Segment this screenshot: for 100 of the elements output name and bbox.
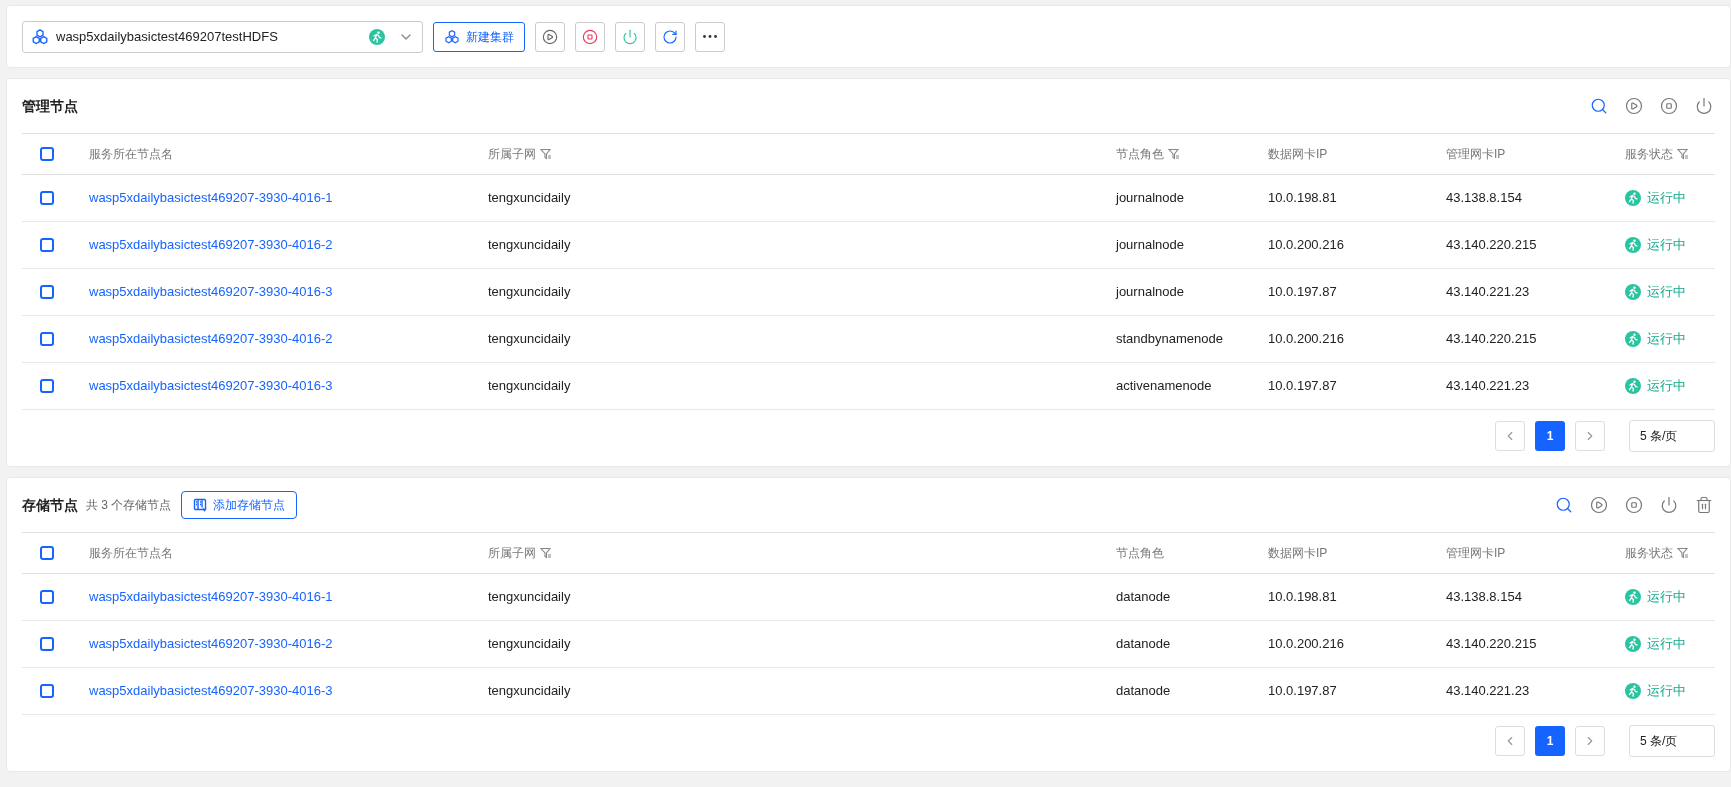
hexagons-icon [444,28,460,45]
play-circle-icon[interactable] [1625,97,1643,115]
stop-button[interactable] [575,21,605,52]
table-cell-text: 43.140.220.215 [1446,330,1537,349]
checkbox[interactable] [40,684,54,698]
add-storage-node-button[interactable]: 添加存储节点 [181,491,298,519]
table-cell-text: 43.140.221.23 [1446,283,1530,302]
filter-icon[interactable] [540,148,552,160]
status-text: 运行中 [1647,283,1686,302]
checkbox[interactable] [40,590,54,604]
stop-circle-icon [582,28,598,45]
table-cell-text: 10.0.197.87 [1268,682,1337,701]
start-button[interactable] [535,21,565,52]
power-icon[interactable] [1660,496,1678,514]
column-header: 服务所在节点名 [89,146,173,163]
checkbox[interactable] [40,546,54,560]
table-cell-text: tengxuncidaily [488,588,571,607]
page-size-select[interactable]: 5 条/页 [1629,420,1715,452]
table-cell-text: standbynamenode [1116,330,1223,349]
section-subtitle: 共 3 个存储节点 [86,497,172,514]
column-header: 节点角色 [1116,545,1164,562]
page-size-select[interactable]: 5 条/页 [1629,725,1715,757]
power-icon[interactable] [1695,97,1713,115]
status-text: 运行中 [1647,189,1686,208]
play-circle-icon [542,28,558,45]
node-name-link[interactable]: wasp5xdailybasictest469207-3930-4016-2 [89,634,333,654]
checkbox[interactable] [40,332,54,346]
hexagons-icon [31,27,49,46]
table-cell-text: tengxuncidaily [488,189,571,208]
table-cell-text: journalnode [1116,189,1184,208]
table-cell-text: 10.0.200.216 [1268,236,1344,255]
column-header: 服务状态 [1625,146,1673,163]
table-cell-text: datanode [1116,635,1171,654]
status-text: 运行中 [1647,236,1686,255]
filter-icon[interactable] [540,547,552,559]
status-text: 运行中 [1647,682,1686,701]
page-button[interactable]: 1 [1535,726,1565,756]
status-text: 运行中 [1647,635,1686,654]
stop-circle-icon[interactable] [1660,97,1678,115]
filter-icon[interactable] [1677,148,1689,160]
node-name-link[interactable]: wasp5xdailybasictest469207-3930-4016-1 [89,188,333,208]
node-name-link[interactable]: wasp5xdailybasictest469207-3930-4016-2 [89,329,333,349]
trash-icon[interactable] [1695,496,1713,514]
more-icon [703,35,717,38]
filter-icon[interactable] [1168,148,1180,160]
status-text: 运行中 [1647,377,1686,396]
table-cell-text: datanode [1116,682,1171,701]
table-cell-text: tengxuncidaily [488,283,571,302]
checkbox[interactable] [40,238,54,252]
column-header: 数据网卡IP [1268,146,1328,163]
stop-circle-icon[interactable] [1625,496,1643,514]
filter-icon[interactable] [1677,547,1689,559]
play-circle-icon[interactable] [1590,496,1608,514]
new-cluster-button[interactable]: 新建集群 [433,21,525,52]
search-icon[interactable] [1590,97,1608,115]
checkbox[interactable] [40,637,54,651]
table-cell-text: 43.140.221.23 [1446,377,1530,396]
refresh-button[interactable] [655,21,685,52]
node-name-link[interactable]: wasp5xdailybasictest469207-3930-4016-3 [89,282,333,302]
table-cell-text: 10.0.197.87 [1268,283,1337,302]
table-cell-text: tengxuncidaily [488,330,571,349]
checkbox[interactable] [40,191,54,205]
column-header: 服务所在节点名 [89,545,173,562]
column-header: 节点角色 [1116,146,1164,163]
page-button[interactable]: 1 [1535,421,1565,451]
status-text: 运行中 [1647,330,1686,349]
table-cell-text: 10.0.198.81 [1268,588,1337,607]
search-icon[interactable] [1555,496,1573,514]
node-name-link[interactable]: wasp5xdailybasictest469207-3930-4016-3 [89,681,333,701]
column-header: 所属子网 [488,146,536,163]
table-cell-text: 43.140.221.23 [1446,682,1530,701]
table-cell-text: tengxuncidaily [488,682,571,701]
cluster-name: wasp5xdailybasictest469207testHDFS [56,27,278,46]
checkbox[interactable] [40,147,54,161]
table-cell-text: 43.138.8.154 [1446,189,1522,208]
node-name-link[interactable]: wasp5xdailybasictest469207-3930-4016-1 [89,587,333,607]
table-cell-text: tengxuncidaily [488,635,571,654]
table-cell-text: journalnode [1116,283,1184,302]
server-add-icon [193,498,208,512]
table-cell-text: 43.138.8.154 [1446,588,1522,607]
checkbox[interactable] [40,379,54,393]
table-cell-text: 10.0.200.216 [1268,635,1344,654]
section-title: 管理节点 [22,96,78,116]
column-header: 管理网卡IP [1446,545,1506,562]
more-button[interactable] [695,21,725,52]
column-header: 所属子网 [488,545,536,562]
status-text: 运行中 [1647,588,1686,607]
table-cell-text: 10.0.197.87 [1268,377,1337,396]
column-header: 数据网卡IP [1268,545,1328,562]
checkbox[interactable] [40,285,54,299]
table-cell-text: journalnode [1116,236,1184,255]
cluster-select[interactable]: wasp5xdailybasictest469207testHDFS [22,20,423,53]
node-name-link[interactable]: wasp5xdailybasictest469207-3930-4016-3 [89,376,333,396]
table-cell-text: datanode [1116,588,1171,607]
table-cell-text: 10.0.200.216 [1268,330,1344,349]
power-icon [622,28,638,45]
section-title: 存储节点 [22,495,78,515]
column-header: 管理网卡IP [1446,146,1506,163]
column-header: 服务状态 [1625,545,1673,562]
node-name-link[interactable]: wasp5xdailybasictest469207-3930-4016-2 [89,235,333,255]
